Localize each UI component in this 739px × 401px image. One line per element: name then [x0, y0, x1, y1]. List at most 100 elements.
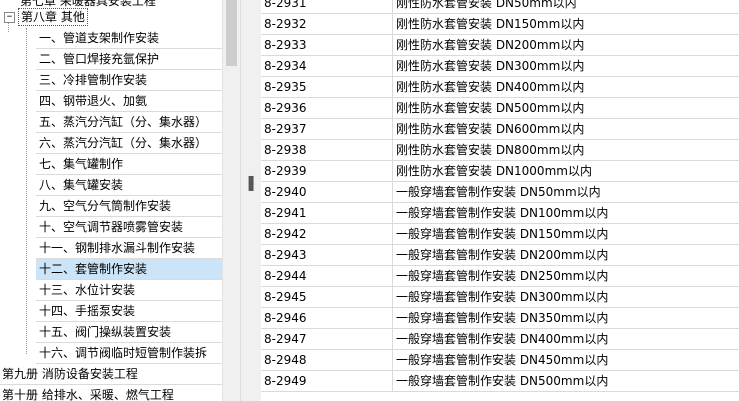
- tree-section-item[interactable]: 七、集气罐制作: [36, 154, 222, 175]
- quota-name-cell: 刚性防水套管安装 DN50mm以内: [396, 0, 577, 10]
- quota-code-cell: 8-2931: [264, 0, 307, 10]
- tree-volume-item[interactable]: 第十册 给排水、采暖、燃气工程: [0, 385, 222, 401]
- table-row[interactable]: 8-2947 一般穿墙套管制作安装 DN400mm以内: [261, 329, 739, 350]
- tree-volume-item[interactable]: 第九册 消防设备安装工程: [0, 364, 222, 385]
- tree-section-label: 六、蒸汽分汽缸（分、集水器）: [39, 136, 208, 150]
- quota-name-cell: 一般穿墙套管制作安装 DN400mm以内: [396, 332, 609, 346]
- quota-name-cell: 刚性防水套管安装 DN1000mm以内: [396, 164, 592, 178]
- table-row[interactable]: 8-2940 一般穿墙套管制作安装 DN50mm以内: [261, 182, 739, 203]
- table-row[interactable]: 8-2939 刚性防水套管安装 DN1000mm以内: [261, 161, 739, 182]
- column-divider: [392, 56, 393, 77]
- quota-name-cell: 刚性防水套管安装 DN800mm以内: [396, 143, 585, 157]
- tree-section-label: 十五、阀门操纵装置安装: [39, 325, 172, 339]
- quota-name-cell: 一般穿墙套管制作安装 DN500mm以内: [396, 374, 609, 388]
- column-divider: [392, 98, 393, 119]
- panel-splitter[interactable]: ▪ ▪ ▪: [240, 0, 261, 401]
- table-row[interactable]: 8-2936 刚性防水套管安装 DN500mm以内: [261, 98, 739, 119]
- table-row[interactable]: 8-2942 一般穿墙套管制作安装 DN150mm以内: [261, 224, 739, 245]
- column-divider: [392, 35, 393, 56]
- table-row[interactable]: 8-2937 刚性防水套管安装 DN600mm以内: [261, 119, 739, 140]
- tree-section-item[interactable]: 二、管口焊接充氩保护: [36, 49, 222, 70]
- table-row[interactable]: 8-2943 一般穿墙套管制作安装 DN200mm以内: [261, 245, 739, 266]
- quota-code-cell: 8-2949: [264, 374, 307, 388]
- table-row[interactable]: 8-2938 刚性防水套管安装 DN800mm以内: [261, 140, 739, 161]
- scrollbar-thumb[interactable]: [226, 0, 237, 66]
- quota-name-cell: 刚性防水套管安装 DN150mm以内: [396, 17, 585, 31]
- table-row[interactable]: 8-2931 刚性防水套管安装 DN50mm以内: [261, 0, 739, 14]
- column-divider: [392, 140, 393, 161]
- table-row[interactable]: 8-2935 刚性防水套管安装 DN400mm以内: [261, 77, 739, 98]
- tree-section-item[interactable]: 十五、阀门操纵装置安装: [36, 322, 222, 343]
- tree-volume-label: 第十册 给排水、采暖、燃气工程: [2, 388, 174, 401]
- quota-name-cell: 一般穿墙套管制作安装 DN50mm以内: [396, 185, 601, 199]
- tree-section-item[interactable]: 八、集气罐安装: [36, 175, 222, 196]
- quota-code-cell: 8-2947: [264, 332, 307, 346]
- quota-name-cell: 一般穿墙套管制作安装 DN250mm以内: [396, 269, 609, 283]
- quota-grid: 8-2931 刚性防水套管安装 DN50mm以内 8-2932 刚性防水套管安装 DN…: [261, 0, 739, 401]
- quota-code-cell: 8-2940: [264, 185, 307, 199]
- quota-name-cell: 刚性防水套管安装 DN200mm以内: [396, 38, 585, 52]
- quota-code-cell: 8-2933: [264, 38, 307, 52]
- tree-section-label: 三、冷排管制作安装: [39, 73, 148, 87]
- tree-section-item[interactable]: 十、空气调节器喷雾管安装: [36, 217, 222, 238]
- column-divider: [392, 182, 393, 203]
- column-divider: [392, 329, 393, 350]
- tree-section-label: 十一、钢制排水漏斗制作安装: [39, 241, 196, 255]
- column-divider: [392, 224, 393, 245]
- tree-section-item[interactable]: 十一、钢制排水漏斗制作安装: [36, 238, 222, 259]
- quota-code-cell: 8-2941: [264, 206, 307, 220]
- quota-name-cell: 一般穿墙套管制作安装 DN300mm以内: [396, 290, 609, 304]
- tree-section-item[interactable]: 五、蒸汽分汽缸（分、集水器）: [36, 112, 222, 133]
- column-divider: [392, 161, 393, 182]
- column-divider: [392, 0, 393, 14]
- tree-section-label: 八、集气罐安装: [39, 178, 124, 192]
- table-row[interactable]: 8-2946 一般穿墙套管制作安装 DN350mm以内: [261, 308, 739, 329]
- tree-section-label: 一、管道支架制作安装: [39, 31, 160, 45]
- column-divider: [392, 203, 393, 224]
- collapse-icon[interactable]: −: [4, 12, 15, 23]
- tree-section-label: 二、管口焊接充氩保护: [39, 52, 160, 66]
- tree-item-chapter-8[interactable]: − 第八章 其他: [4, 7, 222, 28]
- tree-section-item[interactable]: 一、管道支架制作安装: [36, 28, 222, 49]
- tree-section-label: 十三、水位计安装: [39, 283, 136, 297]
- tree-section-item[interactable]: 十二、套管制作安装: [36, 259, 222, 280]
- column-divider: [392, 308, 393, 329]
- quota-name-cell: 刚性防水套管安装 DN500mm以内: [396, 101, 585, 115]
- quota-code-cell: 8-2943: [264, 248, 307, 262]
- tree-section-item[interactable]: 十四、手摇泵安装: [36, 301, 222, 322]
- tree-section-item[interactable]: 三、冷排管制作安装: [36, 70, 222, 91]
- tree-section-item[interactable]: 十三、水位计安装: [36, 280, 222, 301]
- column-divider: [392, 77, 393, 98]
- tree-section-item[interactable]: 四、钢带退火、加氨: [36, 91, 222, 112]
- quota-code-cell: 8-2934: [264, 59, 307, 73]
- quota-code-cell: 8-2938: [264, 143, 307, 157]
- table-row[interactable]: 8-2933 刚性防水套管安装 DN200mm以内: [261, 35, 739, 56]
- table-row[interactable]: 8-2948 一般穿墙套管制作安装 DN450mm以内: [261, 350, 739, 371]
- table-row[interactable]: 8-2949 一般穿墙套管制作安装 DN500mm以内: [261, 371, 739, 392]
- tree-section-item[interactable]: 九、空气分气筒制作安装: [36, 196, 222, 217]
- quota-code-cell: 8-2948: [264, 353, 307, 367]
- quota-name-cell: 刚性防水套管安装 DN600mm以内: [396, 122, 585, 136]
- column-divider: [392, 371, 393, 392]
- quota-name-cell: 一般穿墙套管制作安装 DN450mm以内: [396, 353, 609, 367]
- table-row[interactable]: 8-2932 刚性防水套管安装 DN150mm以内: [261, 14, 739, 35]
- column-divider: [392, 266, 393, 287]
- quota-code-cell: 8-2946: [264, 311, 307, 325]
- tree-section-item[interactable]: 六、蒸汽分汽缸（分、集水器）: [36, 133, 222, 154]
- column-divider: [392, 350, 393, 371]
- tree-section-label: 十六、调节阀临时短管制作装拆: [39, 346, 208, 360]
- table-row[interactable]: 8-2934 刚性防水套管安装 DN300mm以内: [261, 56, 739, 77]
- column-divider: [392, 287, 393, 308]
- table-row[interactable]: 8-2945 一般穿墙套管制作安装 DN300mm以内: [261, 287, 739, 308]
- tree-scrollbar[interactable]: [222, 0, 240, 401]
- tree-section-item[interactable]: 十六、调节阀临时短管制作装拆: [36, 343, 222, 364]
- tree-volume-label: 第九册 消防设备安装工程: [2, 367, 138, 381]
- quota-name-cell: 一般穿墙套管制作安装 DN100mm以内: [396, 206, 609, 220]
- tree-section-label: 十四、手摇泵安装: [39, 304, 136, 318]
- quota-name-cell: 刚性防水套管安装 DN300mm以内: [396, 59, 585, 73]
- table-row[interactable]: 8-2941 一般穿墙套管制作安装 DN100mm以内: [261, 203, 739, 224]
- tree-item-label: 第八章 其他: [18, 8, 88, 26]
- quota-code-cell: 8-2935: [264, 80, 307, 94]
- quota-code-cell: 8-2932: [264, 17, 307, 31]
- table-row[interactable]: 8-2944 一般穿墙套管制作安装 DN250mm以内: [261, 266, 739, 287]
